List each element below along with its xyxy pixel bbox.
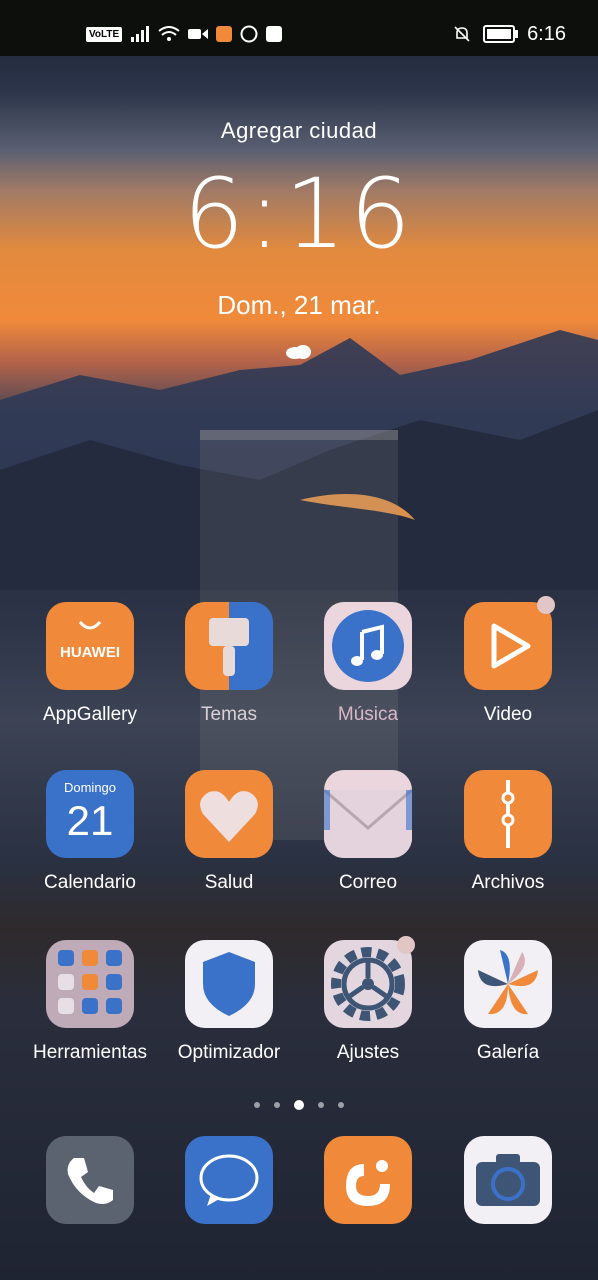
dock-phone[interactable] [20, 1136, 160, 1224]
notification-badge [397, 936, 415, 954]
clock-widget[interactable]: 6:16 [0, 158, 598, 270]
calendar-day: 21 [66, 797, 114, 844]
app-label: Optimizador [177, 1042, 281, 1063]
app-label: Ajustes [336, 1042, 400, 1063]
app-label: Correo [338, 872, 398, 893]
video-play-icon [464, 602, 552, 690]
heart-icon [185, 770, 273, 858]
app-herramientas[interactable]: Herramientas [20, 940, 160, 1064]
page-dot[interactable] [274, 1102, 280, 1108]
app-musica[interactable]: Música [298, 602, 438, 726]
add-city-link[interactable]: Agregar ciudad [0, 118, 598, 144]
app-label: AppGallery [43, 704, 137, 725]
app-label: Archivos [471, 872, 545, 893]
status-time: 6:16 [527, 22, 566, 45]
app-archivos[interactable]: Archivos [438, 770, 578, 894]
folder-zip-icon [464, 770, 552, 858]
app-salud[interactable]: Salud [159, 770, 299, 894]
shield-icon [185, 940, 273, 1028]
page-dot[interactable] [338, 1102, 344, 1108]
dock-uc-browser[interactable] [298, 1136, 438, 1224]
messages-icon [185, 1136, 273, 1224]
app-calendario[interactable]: Domingo 21 Calendario [20, 770, 160, 894]
envelope-icon [324, 770, 412, 858]
app-label: Video [483, 704, 533, 725]
music-note-icon [324, 602, 412, 690]
app-appgallery[interactable]: HUAWEI AppGallery [20, 602, 160, 726]
volte-icon: VoLTE [86, 26, 123, 42]
gear-icon [324, 940, 412, 1028]
app-label: Herramientas [32, 1042, 148, 1063]
date-label[interactable]: Dom., 21 mar. [0, 290, 598, 321]
app-correo[interactable]: Correo [298, 770, 438, 894]
notification-badge [537, 596, 555, 614]
app-label: Calendario [44, 872, 136, 893]
app-ajustes[interactable]: Ajustes [298, 936, 438, 1064]
uc-browser-icon [324, 1136, 412, 1224]
mute-bell-icon [454, 26, 470, 42]
whatsapp-icon [240, 25, 258, 43]
camera-icon [464, 1136, 552, 1224]
status-icons-left: VoLTE [86, 22, 283, 46]
tools-folder-icon [46, 940, 134, 1028]
weather-cloud-icon[interactable] [284, 342, 314, 360]
signal-icon [131, 26, 150, 42]
calendar-weekday: Domingo [63, 780, 117, 795]
video-call-icon [188, 29, 209, 39]
huawei-brand: HUAWEI [60, 644, 120, 661]
wifi-icon [158, 26, 180, 41]
dock-camera[interactable] [438, 1136, 578, 1224]
status-bar: VoLTE 6:16 [0, 0, 598, 56]
appgallery-icon: HUAWEI [46, 602, 134, 690]
page-dot[interactable] [318, 1102, 324, 1108]
status-icons-right: 6:16 [453, 22, 566, 46]
app-galeria[interactable]: Galería [438, 940, 578, 1064]
app-temas[interactable]: Temas [159, 602, 299, 726]
battery-icon [483, 25, 519, 43]
app-optimizador[interactable]: Optimizador [159, 940, 299, 1064]
app-label: Música [337, 704, 399, 725]
calendar-icon: Domingo 21 [46, 770, 134, 858]
page-indicator[interactable] [0, 1100, 598, 1110]
page-dot-active[interactable] [294, 1100, 304, 1110]
app-label: Salud [204, 872, 254, 893]
app-label: Galería [476, 1042, 540, 1063]
app-video[interactable]: Video [438, 596, 578, 726]
dock-messages[interactable] [159, 1136, 299, 1224]
app-label: Temas [201, 704, 257, 725]
gallery-flower-icon [464, 940, 552, 1028]
notification-app-icon [216, 26, 233, 42]
paintbrush-icon [185, 602, 273, 690]
page-dot[interactable] [254, 1102, 260, 1108]
sms-icon [266, 26, 283, 42]
phone-icon [46, 1136, 134, 1224]
